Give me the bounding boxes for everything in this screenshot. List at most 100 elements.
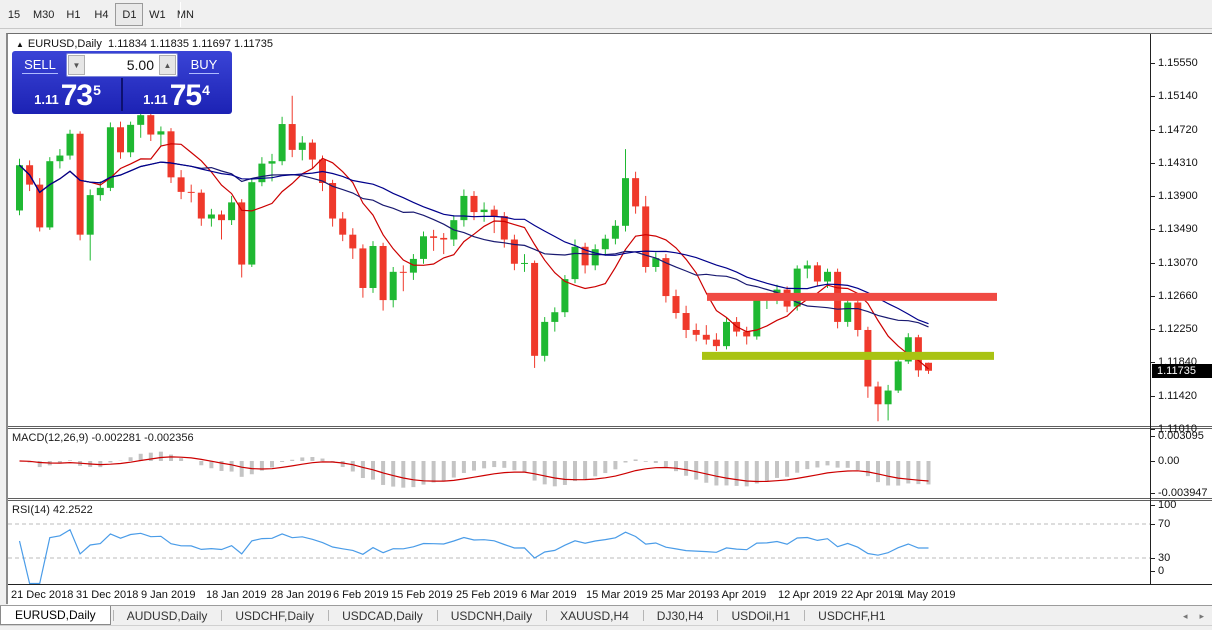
buy-price-pip-digit: 4	[202, 82, 210, 98]
chart-tab-USDCAD-Daily[interactable]: USDCAD,Daily	[328, 606, 437, 625]
axis-tick	[1151, 461, 1155, 462]
date-axis-label: 12 Apr 2019	[778, 589, 838, 601]
macd-indicator-label: MACD(12,26,9) -0.002281 -0.002356	[12, 432, 194, 444]
price-axis-label: 1.15550	[1158, 56, 1198, 69]
price-axis-label: 1.14310	[1158, 156, 1198, 169]
date-axis-label: 18 Jan 2019	[206, 589, 267, 601]
buy-price-prefix: 1.11	[143, 92, 168, 107]
timeframe-button-M30[interactable]: M30	[28, 3, 59, 26]
sell-price-prefix: 1.11	[34, 92, 59, 107]
sell-price-display[interactable]: 1.11 73 5	[14, 78, 123, 111]
sell-button-label: SELL	[22, 56, 58, 74]
chart-tab-DJ30-H4[interactable]: DJ30,H4	[642, 606, 718, 625]
axis-tick	[1151, 492, 1155, 494]
sell-price-big-digits: 73	[60, 79, 93, 112]
axis-tick	[1151, 329, 1155, 331]
axis-tick	[1151, 436, 1155, 438]
price-axis-label: 1.15140	[1158, 89, 1198, 102]
rsi-indicator-label: RSI(14) 42.2522	[12, 504, 93, 516]
toolbar-separator	[180, 2, 181, 27]
timeframe-button-H4[interactable]: H4	[87, 3, 115, 26]
price-axis-label: 1.12250	[1158, 323, 1198, 336]
chart-header: ▲ EURUSD,Daily 1.11834 1.11835 1.11697 1.…	[16, 38, 273, 50]
chart-ohlc-values: 1.11834 1.11835 1.11697 1.11735	[108, 38, 273, 50]
price-axis-label: 1.13490	[1158, 223, 1198, 236]
axis-tick	[1151, 195, 1155, 197]
timeframe-button-D1[interactable]: D1	[115, 3, 144, 26]
date-axis-label: 6 Feb 2019	[333, 589, 389, 601]
price-axis-label: 1.11420	[1158, 390, 1197, 403]
sell-button[interactable]: SELL	[14, 53, 66, 77]
chart-tab-XAUUSD-H4[interactable]: XAUUSD,H4	[546, 606, 643, 625]
chart-tab-USDCHF-Daily[interactable]: USDCHF,Daily	[221, 606, 328, 625]
chart-tab-AUDUSD-Daily[interactable]: AUDUSD,Daily	[112, 606, 222, 625]
chart-window: ▲ EURUSD,Daily 1.11834 1.11835 1.11697 1.…	[6, 33, 1212, 605]
axis-tick	[1151, 396, 1155, 398]
caret-down-icon: ▼	[72, 60, 81, 70]
rsi-axis-label: 0	[1158, 565, 1165, 577]
axis-tick	[1151, 524, 1155, 525]
volume-decrease-button[interactable]: ▼	[68, 55, 85, 75]
volume-box: ▼ 5.00 ▲	[66, 53, 178, 77]
chart-tab-USDOil-H1[interactable]: USDOil,H1	[717, 606, 804, 625]
date-axis-label: 28 Jan 2019	[271, 589, 332, 601]
current-price-tag: 1.11735	[1152, 364, 1212, 378]
axis-tick	[1151, 296, 1155, 298]
volume-increase-button[interactable]: ▲	[159, 55, 176, 75]
axis-tick	[1151, 129, 1155, 131]
chart-symbol-label: EURUSD,Daily	[27, 38, 102, 50]
macd-axis-label: -0.003947	[1158, 486, 1208, 499]
axis-tick	[1151, 262, 1155, 264]
chart-tab-bar: EURUSD,Daily AUDUSD,Daily USDCHF,Daily USDC…	[0, 605, 1212, 625]
date-axis-label: 25 Feb 2019	[456, 589, 518, 601]
chart-tab-USDCHF-H1[interactable]: USDCHF,H1	[804, 606, 899, 625]
timeframe-button-W1[interactable]: W1	[143, 3, 171, 26]
price-axis-line	[1150, 34, 1151, 584]
tab-scroll-nav: ◂ ▸	[1183, 606, 1204, 626]
buy-button-label: BUY	[188, 56, 220, 74]
chart-tab-USDCNH-Daily[interactable]: USDCNH,Daily	[436, 606, 546, 625]
axis-tick	[1151, 95, 1155, 97]
date-axis-label: 1 May 2019	[898, 589, 956, 601]
rsi-axis-label: 100	[1158, 499, 1177, 511]
macd-axis-label: 0.00	[1158, 455, 1180, 467]
price-axis-label: 1.14720	[1158, 123, 1198, 136]
date-axis-label: 31 Dec 2018	[76, 589, 139, 601]
axis-tick	[1151, 229, 1155, 231]
chart-tab-EURUSD-Daily[interactable]: EURUSD,Daily	[0, 606, 111, 625]
axis-tick	[1151, 429, 1155, 431]
timeframe-button-H1[interactable]: H1	[59, 3, 87, 26]
date-axis-label: 21 Dec 2018	[11, 589, 74, 601]
buy-price-display[interactable]: 1.11 75 4	[123, 78, 230, 111]
axis-tick	[1151, 505, 1155, 506]
price-axis-label: 1.13070	[1158, 256, 1198, 269]
macd-axis-label: 0.003095	[1158, 430, 1204, 443]
date-axis-label: 6 Mar 2019	[521, 589, 577, 601]
volume-input[interactable]: 5.00	[86, 57, 158, 73]
buy-button[interactable]: BUY	[178, 53, 230, 77]
status-strip	[0, 625, 1212, 630]
price-axis-label: 1.12660	[1158, 290, 1198, 303]
buy-price-big-digits: 75	[169, 79, 202, 112]
timeframe-toolbar: 15 M30 H1 H4 D1 W1 MN	[0, 0, 1212, 29]
collapse-trade-panel-icon[interactable]: ▲	[16, 40, 24, 49]
timeframe-button-15[interactable]: 15	[0, 3, 28, 26]
axis-tick	[1151, 571, 1155, 572]
axis-tick	[1151, 162, 1155, 164]
date-axis-label: 3 Apr 2019	[713, 589, 767, 601]
date-axis-label: 15 Mar 2019	[586, 589, 648, 601]
timeframe-button-MN[interactable]: MN	[171, 3, 199, 26]
rsi-axis-label: 70	[1158, 518, 1171, 530]
tab-scroll-left-icon[interactable]: ◂	[1183, 611, 1188, 622]
date-axis-label: 15 Feb 2019	[391, 589, 453, 601]
price-axis-label: 1.13900	[1158, 189, 1198, 202]
tab-scroll-right-icon[interactable]: ▸	[1199, 611, 1204, 622]
axis-tick	[1151, 558, 1155, 559]
rsi-pane[interactable]	[8, 501, 1150, 584]
rsi-axis-label: 30	[1158, 552, 1171, 564]
date-axis-label: 9 Jan 2019	[141, 589, 196, 601]
one-click-trading-panel: SELL ▼ 5.00 ▲ BUY 1.11 73 5 1.11 75 4	[12, 51, 232, 114]
sell-price-pip-digit: 5	[93, 82, 101, 98]
date-axis[interactable]: 21 Dec 2018 31 Dec 2018 9 Jan 2019 18 Jan 2…	[8, 585, 1212, 605]
date-axis-label: 25 Mar 2019	[651, 589, 713, 601]
